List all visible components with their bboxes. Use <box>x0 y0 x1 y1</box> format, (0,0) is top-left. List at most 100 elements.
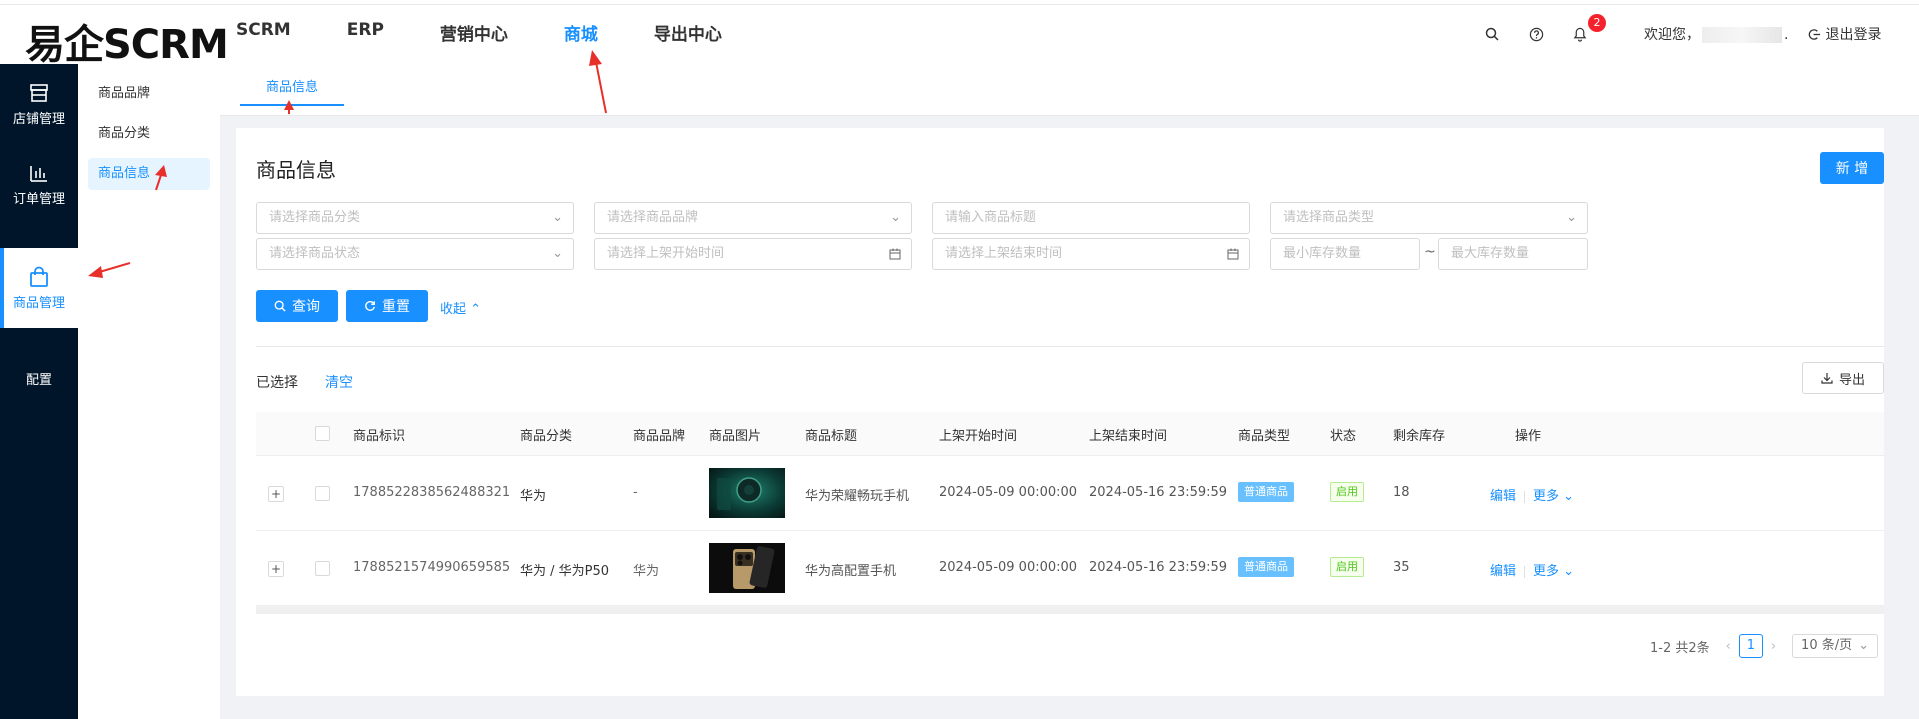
col-status: 状态 <box>1330 429 1357 444</box>
row-actions: 编辑 更多 ⌄ <box>1490 560 1574 579</box>
bottom-gap <box>220 696 1919 719</box>
search-icon[interactable] <box>1480 22 1504 46</box>
logout-label: 退出登录 <box>1825 27 1882 43</box>
col-brand: 商品品牌 <box>633 429 686 444</box>
top-border <box>0 4 1919 5</box>
logout-button[interactable]: 退出登录 <box>1808 24 1881 44</box>
more-label: 更多 <box>1533 489 1560 504</box>
topnav-scrm[interactable]: SCRM <box>236 20 291 45</box>
next-page-icon[interactable]: › <box>1771 639 1776 654</box>
prev-page-icon[interactable]: ‹ <box>1726 639 1731 654</box>
more-dropdown[interactable]: 更多 ⌄ <box>1533 564 1574 579</box>
chevron-up-icon: ⌃ <box>470 302 482 317</box>
submenu-product-info[interactable]: 商品信息 <box>88 158 210 190</box>
collapse-link[interactable]: 收起 ⌃ <box>440 298 481 317</box>
title-input[interactable]: 请输入商品标题 <box>932 202 1250 234</box>
col-title: 商品标题 <box>805 429 858 444</box>
help-icon[interactable] <box>1524 22 1548 46</box>
rail-item-config[interactable]: 配置 <box>0 338 78 418</box>
submenu-category[interactable]: 商品分类 <box>88 118 210 150</box>
table-header: 商品标识 商品分类 商品品牌 商品图片 商品标题 上架开始时间 上架结束时间 商… <box>256 412 1884 456</box>
min-stock-placeholder: 最小库存数量 <box>1283 246 1362 261</box>
bell-icon[interactable]: 2 <box>1568 14 1606 46</box>
left-rail: 店铺管理 订单管理 商品管理 配置 <box>0 64 78 719</box>
brand-select[interactable]: 请选择商品品牌 ⌄ <box>594 202 912 234</box>
title-placeholder: 请输入商品标题 <box>945 210 1037 225</box>
row-stock: 18 <box>1393 485 1410 500</box>
page-size-select[interactable]: 10 条/页 ⌄ <box>1792 634 1879 658</box>
row-brand: 华为 <box>633 564 660 579</box>
max-stock-input[interactable]: 最大库存数量 <box>1438 238 1588 270</box>
rail-label-config: 配置 <box>25 372 52 388</box>
table-row: + 1788521574990659585 华为 / 华为P50 华为 华为高配… <box>256 531 1884 606</box>
row-checkbox[interactable] <box>315 486 330 501</box>
col-end-time: 上架结束时间 <box>1089 429 1168 444</box>
reset-button[interactable]: 重置 <box>346 290 428 322</box>
start-time-placeholder: 请选择上架开始时间 <box>607 246 725 261</box>
submenu-brand[interactable]: 商品品牌 <box>88 78 210 110</box>
row-start-time: 2024-05-09 00:00:00 <box>939 485 1078 500</box>
store-icon <box>30 83 48 102</box>
chevron-down-icon: ⌄ <box>1858 638 1870 653</box>
chevron-down-icon: ⌄ <box>1563 564 1575 579</box>
expand-row-button[interactable]: + <box>268 561 284 577</box>
product-image[interactable] <box>709 468 785 518</box>
more-label: 更多 <box>1533 564 1560 579</box>
page-number-button[interactable]: 1 <box>1738 634 1763 658</box>
top-bar: 易企SCRM SCRM ERP 营销中心 商城 导出中心 2 欢迎您，. 退出登… <box>0 0 1919 68</box>
category-placeholder: 请选择商品分类 <box>269 210 361 225</box>
notification-badge: 2 <box>1588 14 1606 32</box>
topnav-mall[interactable]: 商城 <box>564 20 598 45</box>
rail-label-store: 店铺管理 <box>12 111 65 127</box>
row-checkbox[interactable] <box>315 561 330 576</box>
export-button[interactable]: 导出 <box>1802 362 1884 394</box>
topnav-erp[interactable]: ERP <box>347 20 384 45</box>
pagination-total: 1-2 共2条 <box>1650 640 1710 656</box>
topnav-marketing[interactable]: 营销中心 <box>440 20 508 45</box>
type-select[interactable]: 请选择商品类型 ⌄ <box>1270 202 1588 234</box>
rail-item-orders[interactable]: 订单管理 <box>0 144 78 224</box>
start-time-picker[interactable]: 请选择上架开始时间 <box>594 238 912 270</box>
export-label: 导出 <box>1838 372 1865 388</box>
type-badge: 普通商品 <box>1238 482 1294 502</box>
header-right: 2 欢迎您，. 退出登录 <box>1480 14 1881 46</box>
topnav-export-center[interactable]: 导出中心 <box>654 20 722 45</box>
action-separator <box>1524 490 1526 503</box>
redacted-username <box>1702 27 1782 43</box>
product-image[interactable] <box>709 543 785 593</box>
divider <box>256 346 1884 347</box>
min-stock-input[interactable]: 最小库存数量 <box>1270 238 1420 270</box>
select-all-checkbox[interactable] <box>315 426 330 441</box>
edit-link[interactable]: 编辑 <box>1490 564 1516 579</box>
max-stock-placeholder: 最大库存数量 <box>1451 246 1530 261</box>
status-select[interactable]: 请选择商品状态 ⌄ <box>256 238 574 270</box>
app-logo: 易企SCRM <box>25 22 229 68</box>
horizontal-scrollbar[interactable] <box>256 606 1884 614</box>
expand-row-button[interactable]: + <box>268 486 284 502</box>
new-button[interactable]: 新 增 <box>1820 152 1884 184</box>
tab-strip: 商品信息 <box>220 64 1919 116</box>
type-badge: 普通商品 <box>1238 557 1294 577</box>
sub-menu: 商品品牌 商品分类 商品信息 <box>78 64 220 719</box>
edit-link[interactable]: 编辑 <box>1490 489 1516 504</box>
pagination: 1-2 共2条 ‹ 1 › 10 条/页 ⌄ <box>1650 634 1879 658</box>
reset-label: 重置 <box>382 299 410 315</box>
more-dropdown[interactable]: 更多 ⌄ <box>1533 489 1574 504</box>
col-stock: 剩余库存 <box>1393 429 1446 444</box>
row-end-time: 2024-05-16 23:59:59 <box>1089 485 1228 500</box>
row-end-time: 2024-05-16 23:59:59 <box>1089 560 1228 575</box>
category-select[interactable]: 请选择商品分类 ⌄ <box>256 202 574 234</box>
welcome-suffix: . <box>1784 27 1789 43</box>
table-row: + 1788522838562488321 华为 - 华为荣耀畅玩手机 2024… <box>256 456 1884 531</box>
col-product-id: 商品标识 <box>353 429 406 444</box>
end-time-picker[interactable]: 请选择上架结束时间 <box>932 238 1250 270</box>
brand-placeholder: 请选择商品品牌 <box>607 210 699 225</box>
query-button[interactable]: 查询 <box>256 290 338 322</box>
clear-selection-link[interactable]: 清空 <box>325 372 353 392</box>
rail-label-products: 商品管理 <box>12 295 65 311</box>
tab-product-info[interactable]: 商品信息 <box>240 76 344 106</box>
calendar-icon <box>889 239 901 269</box>
rail-item-products[interactable]: 商品管理 <box>0 248 78 328</box>
col-start-time: 上架开始时间 <box>939 429 1018 444</box>
rail-item-store[interactable]: 店铺管理 <box>0 64 78 144</box>
